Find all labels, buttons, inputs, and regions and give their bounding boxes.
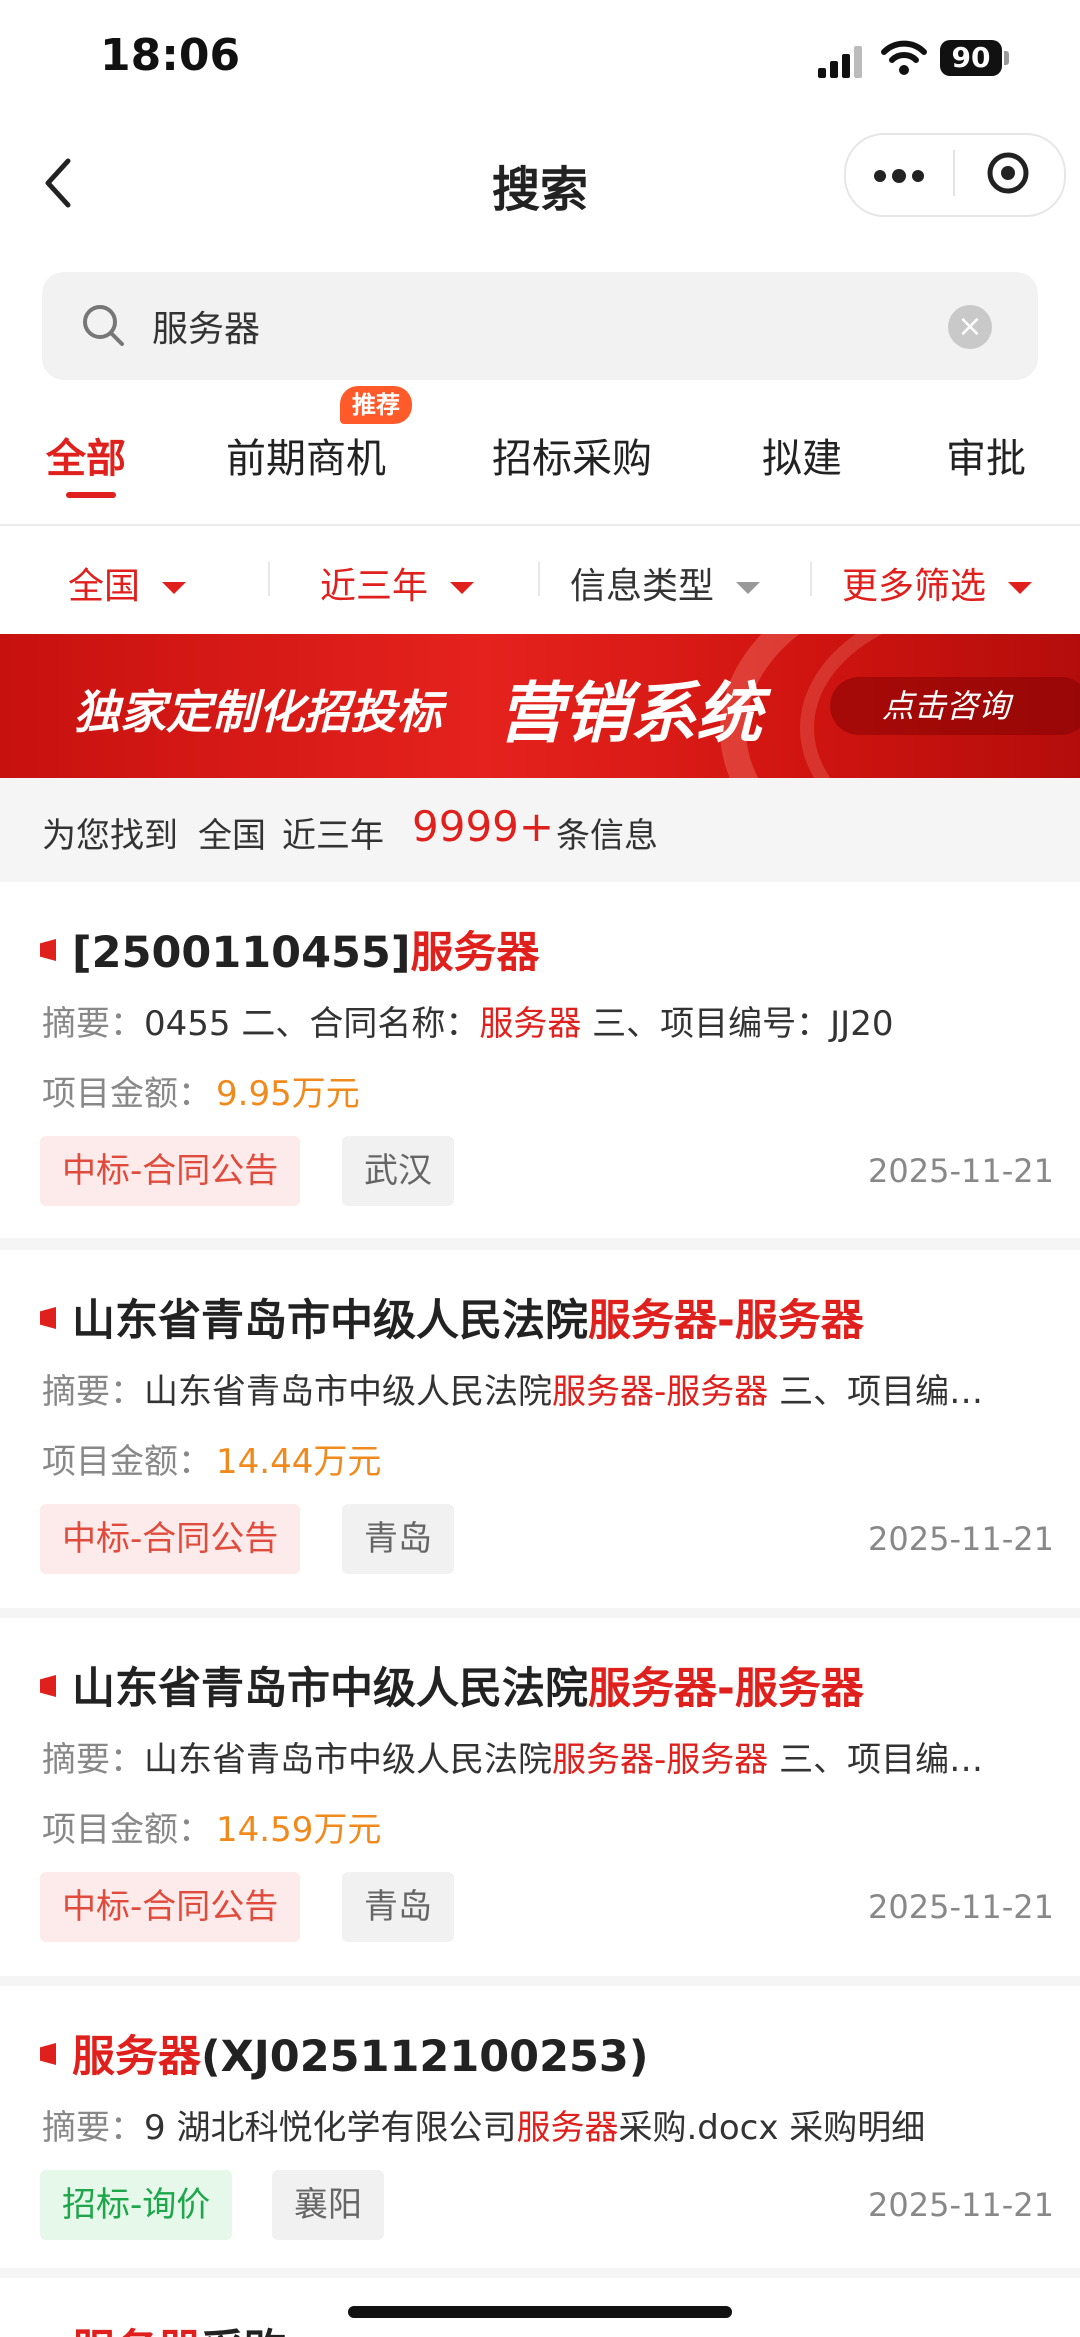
result-abstract: 摘要：山东省青岛市中级人民法院服务器-服务器 三、项目编… bbox=[42, 1372, 984, 1412]
filter-period-label: 近三年 bbox=[320, 566, 429, 607]
banner-headline: 营销系统 bbox=[498, 675, 762, 752]
filter-more[interactable]: 更多筛选 bbox=[842, 557, 1033, 609]
city-tag: 襄阳 bbox=[272, 2170, 384, 2240]
result-title[interactable]: 服务器(XJ025112100253) bbox=[72, 2022, 649, 2084]
tab-all[interactable]: 全部 bbox=[46, 426, 126, 484]
result-abstract: 摘要：0455 二、合同名称：服务器 三、项目编号：JJ20 bbox=[42, 1004, 894, 1044]
dropdown-caret-icon bbox=[1008, 582, 1033, 594]
amount-value: 14.44万元 bbox=[216, 1442, 382, 1482]
tab-active-underline bbox=[66, 492, 116, 498]
result-title[interactable]: 山东省青岛市中级人民法院服务器-服务器 bbox=[72, 1654, 864, 1716]
summary-period: 近三年 bbox=[282, 816, 384, 856]
amount-label: 项目金额： bbox=[42, 1442, 212, 1482]
result-count: 9999+ bbox=[412, 802, 555, 851]
amount-value: 14.59万元 bbox=[216, 1810, 382, 1850]
capsule-divider bbox=[953, 150, 955, 196]
type-tag: 中标-合同公告 bbox=[40, 1504, 301, 1574]
filter-more-label: 更多筛选 bbox=[842, 566, 987, 607]
filter-region-label: 全国 bbox=[68, 566, 141, 607]
filter-divider bbox=[538, 562, 540, 596]
result-title[interactable]: [2500110455]服务器 bbox=[72, 918, 540, 980]
publish-date: 2025-11-21 bbox=[868, 2186, 1054, 2224]
amount-label: 项目金额： bbox=[42, 1810, 212, 1850]
dropdown-caret-icon bbox=[450, 582, 475, 594]
filter-divider bbox=[268, 562, 270, 596]
search-query-text[interactable]: 服务器 bbox=[152, 300, 260, 352]
amount-value: 9.95万元 bbox=[216, 1074, 360, 1114]
battery-icon: 90 bbox=[940, 40, 1002, 76]
publish-date: 2025-11-21 bbox=[868, 1152, 1054, 1190]
status-time: 18:06 bbox=[100, 30, 241, 81]
battery-tip bbox=[1004, 51, 1009, 65]
tab-tender-procurement[interactable]: 招标采购 bbox=[492, 426, 652, 484]
filter-region[interactable]: 全国 bbox=[68, 557, 187, 609]
summary-prefix: 为您找到 bbox=[42, 816, 178, 856]
dropdown-caret-icon bbox=[736, 582, 761, 594]
banner-text: 独家定制化招投标 bbox=[74, 685, 442, 739]
close-capsule-icon[interactable] bbox=[985, 150, 1031, 196]
clear-icon[interactable]: × bbox=[948, 305, 992, 349]
result-abstract: 摘要：9 湖北科悦化学有限公司服务器采购.docx 采购明细 bbox=[42, 2108, 926, 2148]
dropdown-caret-icon bbox=[162, 582, 187, 594]
summary-suffix: 条信息 bbox=[556, 816, 658, 856]
result-title[interactable]: 服务器采购 bbox=[72, 2316, 287, 2337]
city-tag: 武汉 bbox=[342, 1136, 454, 1206]
summary-region: 全国 bbox=[198, 816, 266, 856]
type-tag: 中标-合同公告 bbox=[40, 1136, 301, 1206]
more-dots-icon[interactable] bbox=[873, 169, 925, 183]
type-tag: 中标-合同公告 bbox=[40, 1872, 301, 1942]
tab-approval[interactable]: 审批 bbox=[946, 426, 1026, 484]
filter-period[interactable]: 近三年 bbox=[320, 557, 475, 609]
cellular-signal-icon bbox=[818, 46, 862, 78]
publish-date: 2025-11-21 bbox=[868, 1888, 1054, 1926]
filter-info-type-label: 信息类型 bbox=[570, 566, 715, 607]
home-indicator bbox=[348, 2306, 732, 2318]
type-tag: 招标-询价 bbox=[40, 2170, 233, 2240]
city-tag: 青岛 bbox=[342, 1504, 454, 1574]
amount-label: 项目金额： bbox=[42, 1074, 212, 1114]
publish-date: 2025-11-21 bbox=[868, 1520, 1054, 1558]
filter-divider bbox=[810, 562, 812, 596]
recommend-badge: 推荐 bbox=[340, 386, 412, 424]
result-title[interactable]: 山东省青岛市中级人民法院服务器-服务器 bbox=[72, 1286, 864, 1348]
tab-early-opportunity[interactable]: 前期商机 bbox=[226, 426, 386, 484]
tab-proposed[interactable]: 拟建 bbox=[762, 426, 842, 484]
city-tag: 青岛 bbox=[342, 1872, 454, 1942]
search-icon bbox=[83, 305, 124, 346]
consult-button[interactable]: 点击咨询 bbox=[830, 677, 1080, 735]
wifi-icon bbox=[881, 40, 927, 75]
result-abstract: 摘要：山东省青岛市中级人民法院服务器-服务器 三、项目编… bbox=[42, 1740, 984, 1780]
filter-info-type[interactable]: 信息类型 bbox=[570, 557, 761, 609]
